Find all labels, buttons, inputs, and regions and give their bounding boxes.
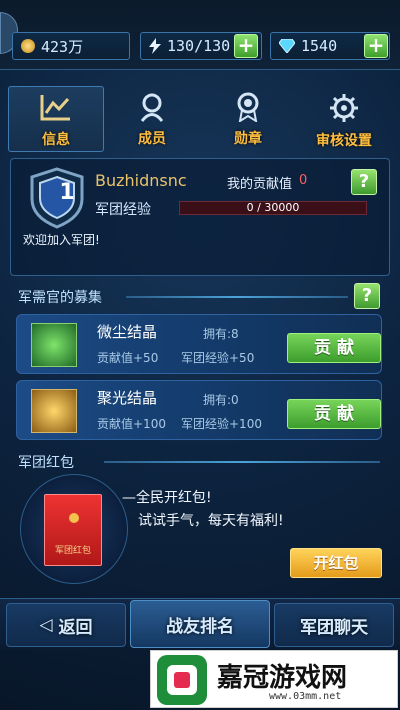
medal-icon bbox=[237, 92, 259, 122]
gold-crystal-icon bbox=[31, 389, 77, 433]
tab-info[interactable]: 信息 bbox=[8, 86, 104, 152]
gem-amount: 1540 bbox=[301, 37, 338, 55]
envelope-label: 军团红包 bbox=[54, 546, 91, 556]
resource-bar: 423万 130/130 + 1540 + bbox=[0, 0, 400, 70]
coin-icon bbox=[21, 39, 35, 53]
chart-icon bbox=[40, 95, 70, 121]
item-name: 微尘结晶 bbox=[97, 323, 158, 341]
item-owned: 拥有:0 bbox=[203, 393, 239, 407]
diamond-icon bbox=[279, 39, 295, 53]
item-exp: 军团经验+50 bbox=[181, 351, 255, 365]
open-redpack-button[interactable]: 开红包 bbox=[290, 548, 382, 578]
legion-info-help-button[interactable]: ? bbox=[351, 169, 377, 195]
redpack-line1-text: 全民开红包! bbox=[136, 490, 212, 506]
plus-icon: + bbox=[367, 33, 385, 57]
site-logo-icon bbox=[157, 655, 207, 705]
tab-members[interactable]: 成员 bbox=[104, 86, 200, 152]
tab-medals[interactable]: 勋章 bbox=[200, 86, 296, 152]
watermark-banner: 嘉冠游戏网 www.03mm.net bbox=[150, 650, 398, 708]
tab-legion-chat[interactable]: 军团聊天 bbox=[274, 603, 394, 647]
tab-medals-label: 勋章 bbox=[234, 131, 262, 147]
recruit-divider bbox=[126, 296, 348, 298]
back-button[interactable]: ◁ 返回 bbox=[6, 603, 126, 647]
back-label: 返回 bbox=[58, 617, 93, 638]
green-crystal-icon bbox=[31, 323, 77, 367]
redpack-line2: 试试手气，每天有福利! bbox=[138, 513, 284, 529]
redpack-divider bbox=[104, 461, 380, 463]
exp-progress-bar: 0 / 30000 bbox=[179, 201, 367, 215]
redpack-title: 军团红包 bbox=[18, 455, 74, 471]
welcome-text: 欢迎加入军团! bbox=[23, 233, 100, 247]
red-envelope[interactable]: 军团红包 bbox=[44, 494, 102, 566]
gold-amount: 423万 bbox=[41, 37, 84, 56]
comrade-rank-label: 战友排名 bbox=[166, 616, 234, 637]
legion-name: Buzhidnsnc bbox=[95, 171, 187, 190]
tab-review-settings[interactable]: 审核设置 bbox=[296, 86, 392, 152]
legion-info-panel: 1 Buzhidnsnc 我的贡献值 0 ? 军团经验 0 / 30000 欢迎… bbox=[10, 158, 390, 276]
energy-amount: 130/130 bbox=[167, 37, 231, 55]
legion-chat-label: 军团聊天 bbox=[300, 617, 368, 638]
contribute-button[interactable]: 贡 献 bbox=[287, 333, 381, 363]
recruit-title: 军需官的募集 bbox=[18, 290, 102, 306]
tab-info-label: 信息 bbox=[42, 132, 70, 148]
member-icon bbox=[140, 93, 164, 122]
site-url: www.03mm.net bbox=[269, 691, 342, 702]
back-arrow-icon: ◁ bbox=[39, 615, 53, 635]
plus-icon: + bbox=[237, 33, 255, 57]
item-name: 聚光结晶 bbox=[97, 389, 158, 407]
legion-rank: 1 bbox=[59, 180, 75, 205]
question-icon: ? bbox=[361, 285, 373, 306]
item-contribution: 贡献值+100 bbox=[97, 417, 166, 431]
item-owned: 拥有:8 bbox=[203, 327, 239, 341]
tab-review-settings-label: 审核设置 bbox=[316, 133, 372, 149]
tab-members-label: 成员 bbox=[138, 131, 166, 147]
recruit-item-dust-crystal: 微尘结晶 拥有:8 贡献值+50 军团经验+50 贡 献 bbox=[16, 314, 382, 374]
exp-progress-text: 0 / 30000 bbox=[246, 201, 300, 214]
gear-icon bbox=[330, 94, 358, 122]
redpack-line1: —全民开红包! bbox=[122, 490, 212, 506]
add-gems-button[interactable]: + bbox=[364, 34, 388, 58]
exp-label: 军团经验 bbox=[95, 202, 151, 218]
envelope-seal-icon bbox=[69, 513, 79, 523]
contribute-button[interactable]: 贡 献 bbox=[287, 399, 381, 429]
add-energy-button[interactable]: + bbox=[234, 34, 258, 58]
legion-tabs: 信息 成员 勋章 审核设置 bbox=[8, 86, 392, 152]
recruit-item-light-crystal: 聚光结晶 拥有:0 贡献值+100 军团经验+100 贡 献 bbox=[16, 380, 382, 440]
contribution-label: 我的贡献值 bbox=[227, 177, 293, 192]
item-exp: 军团经验+100 bbox=[181, 417, 262, 431]
contribution-value: 0 bbox=[299, 173, 308, 188]
recruit-help-button[interactable]: ? bbox=[354, 283, 380, 309]
gold-display: 423万 bbox=[12, 32, 130, 60]
item-contribution: 贡献值+50 bbox=[97, 351, 159, 365]
site-name: 嘉冠游戏网 bbox=[217, 663, 348, 693]
tab-comrade-rank[interactable]: 战友排名 bbox=[130, 600, 270, 648]
question-icon: ? bbox=[358, 171, 370, 192]
lightning-icon bbox=[149, 38, 161, 54]
